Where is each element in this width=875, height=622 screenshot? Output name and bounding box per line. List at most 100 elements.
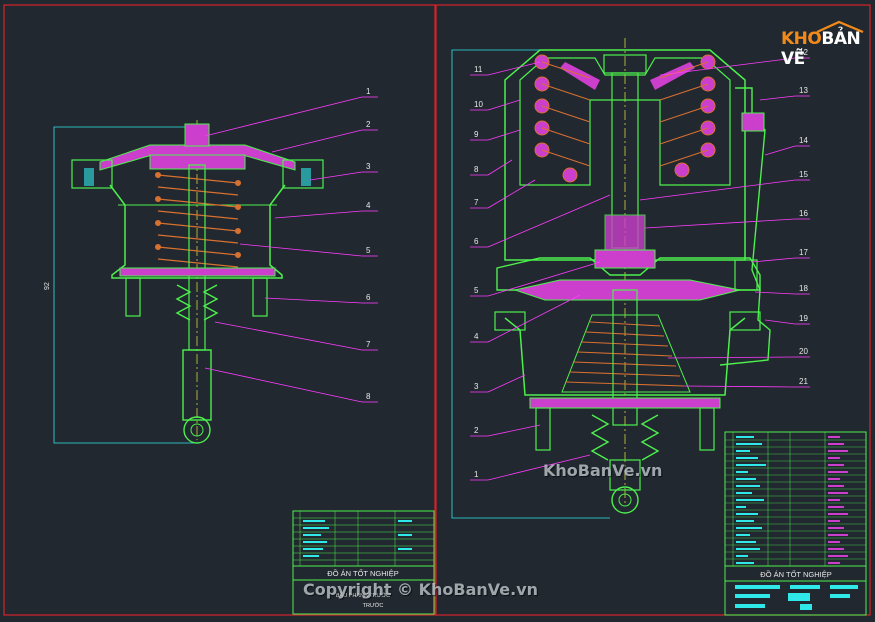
right-callout-13: 13	[799, 86, 808, 95]
parts-row-text	[736, 464, 766, 466]
parts-row-text	[736, 527, 762, 529]
left-bolt-right	[301, 168, 311, 186]
left-callout-7: 7	[366, 340, 371, 349]
parts-row-material	[828, 534, 848, 536]
left-callout-8: 8	[366, 392, 371, 401]
parts-row-material	[828, 436, 840, 438]
parts-row-material	[828, 562, 840, 564]
left-dimension-extension	[53, 126, 195, 444]
left-housing	[109, 184, 286, 279]
right-hatch-top-right	[650, 62, 695, 90]
parts-row-material	[828, 548, 844, 550]
right-callout-18: 18	[799, 284, 808, 293]
right-stud-right	[699, 407, 715, 451]
left-sheet-label: TRƯỚC	[363, 602, 384, 609]
parts-row-text	[736, 562, 754, 564]
left-project-title: ĐỒ ÁN TỐT NGHIỆP	[327, 568, 398, 578]
parts-row-text	[736, 541, 756, 543]
right-callout-19: 19	[799, 314, 808, 323]
parts-row-text	[736, 499, 764, 501]
right-callout-2: 2	[474, 426, 479, 435]
parts-row-material	[828, 506, 844, 508]
right-callout-1: 1	[474, 470, 479, 479]
left-callout-2: 2	[366, 120, 371, 129]
right-pipe-fitting-upper	[741, 112, 765, 132]
left-leader-lines	[204, 96, 378, 403]
parts-row-text	[736, 443, 762, 445]
parts-row-material	[828, 499, 840, 501]
parts-row-text	[736, 548, 760, 550]
parts-row-material	[828, 485, 844, 487]
right-callout-8: 8	[474, 165, 479, 174]
left-stud-left	[125, 277, 141, 317]
right-sheet-frame	[435, 4, 871, 616]
left-callout-5: 5	[366, 246, 371, 255]
right-callout-16: 16	[799, 209, 808, 218]
left-parts-list-text	[303, 520, 412, 557]
parts-row-material	[828, 527, 844, 529]
right-callout-14: 14	[799, 136, 808, 145]
left-stud-right	[252, 277, 268, 317]
left-callout-6: 6	[366, 293, 371, 302]
right-project-title: ĐỒ ÁN TỐT NGHIỆP	[760, 569, 831, 579]
left-brake-chamber-drawing: 1 2 3 4 5 6 7 8 92	[44, 87, 378, 444]
parts-row-material	[828, 541, 840, 543]
right-callout-17: 17	[799, 248, 808, 257]
cad-drawing-canvas: 1 2 3 4 5 6 7 8 92 11 10 9 8 7 6 5 4 3 2…	[3, 4, 871, 616]
right-callout-5: 5	[474, 286, 479, 295]
left-callout-3: 3	[366, 162, 371, 171]
right-piston-tube	[604, 214, 646, 251]
left-callout-1: 1	[366, 87, 371, 96]
left-parts-list-grid	[293, 511, 434, 567]
left-diaphragm-plate	[149, 154, 246, 170]
right-piston-head	[594, 249, 656, 269]
right-stud-left	[535, 407, 551, 451]
right-callout-20: 20	[799, 347, 808, 356]
right-title-info	[735, 585, 858, 610]
parts-row-material	[828, 492, 848, 494]
right-callout-7: 7	[474, 198, 479, 207]
parts-row-text	[736, 485, 760, 487]
watermark-bottom: Copyright © KhoBanVe.vn	[303, 580, 539, 599]
watermark-center: KhoBanVe.vn	[543, 461, 663, 480]
right-title-block: ĐỒ ÁN TỐT NGHIỆP	[724, 431, 867, 616]
parts-row-material	[828, 443, 844, 445]
parts-row-material	[828, 513, 848, 515]
right-clamp-left	[494, 311, 526, 331]
parts-row-material	[828, 450, 848, 452]
left-return-spring	[157, 174, 239, 268]
right-callout-15: 15	[799, 170, 808, 179]
right-callout-4: 4	[474, 332, 479, 341]
right-callout-9: 9	[474, 130, 479, 139]
parts-row-text	[736, 471, 748, 473]
logo-text-a: KHO	[781, 29, 822, 49]
parts-row-text	[736, 513, 758, 515]
parts-row-text	[736, 534, 750, 536]
parts-row-text	[736, 436, 754, 438]
parts-row-text	[736, 450, 750, 452]
khobanve-logo: KHOBẢN VẼ	[781, 20, 865, 69]
right-callout-21: 21	[799, 377, 808, 386]
left-sheet-frame	[3, 4, 436, 616]
right-parts-list-rows	[725, 436, 866, 567]
parts-row-text	[736, 478, 756, 480]
parts-row-material	[828, 555, 848, 557]
right-spring-brake-drawing: 11 10 9 8 7 6 5 4 3 2 1 12 13 14 15 16 1…	[451, 38, 810, 519]
parts-row-text	[736, 492, 752, 494]
right-leader-lines-right	[639, 57, 810, 388]
left-base-plate	[119, 267, 276, 277]
right-callout-11: 11	[474, 65, 483, 74]
parts-row-text	[736, 457, 758, 459]
parts-row-material	[828, 457, 840, 459]
right-base-plate	[529, 397, 721, 409]
right-hatch-top-left	[560, 62, 600, 90]
right-callout-6: 6	[474, 237, 479, 246]
left-air-inlet	[184, 123, 210, 147]
left-bolt-left	[84, 168, 94, 186]
left-callout-4: 4	[366, 201, 371, 210]
right-callout-10: 10	[474, 100, 483, 109]
left-dimension-value: 92	[44, 282, 51, 290]
parts-row-material	[828, 520, 840, 522]
parts-row-material	[828, 478, 840, 480]
parts-row-text	[736, 555, 748, 557]
